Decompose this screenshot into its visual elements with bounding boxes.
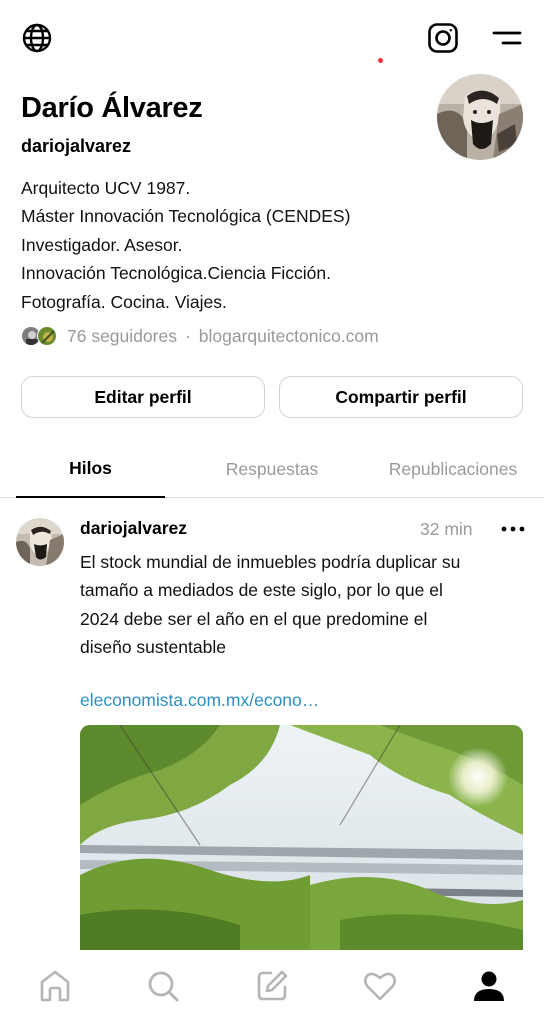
trees-building-photo: [80, 725, 523, 950]
separator-dot: ·: [184, 325, 191, 346]
bottom-navigation: [0, 950, 544, 1024]
globe-icon[interactable]: [21, 22, 53, 54]
post-body: El stock mundial de inmuebles podría dup…: [80, 548, 525, 662]
bio-line: Innovación Tecnológica.Ciencia Ficción.: [21, 263, 331, 284]
post-image[interactable]: [80, 725, 523, 950]
avatar-illustration: [437, 74, 523, 160]
bio-line: Arquitecto UCV 1987.: [21, 178, 191, 198]
followers-row: 76 seguidores · blogarquitectonico.com: [21, 322, 379, 350]
profile-bio: Arquitecto UCV 1987. Máster Innovación T…: [21, 174, 461, 316]
post-text-line: diseño sustentable: [80, 637, 226, 658]
post-text-line: tamaño a mediados de este siglo, por lo …: [80, 580, 443, 601]
tab-respuestas[interactable]: Respuestas: [190, 440, 354, 498]
top-bar: [0, 0, 544, 76]
more-options-icon[interactable]: [500, 519, 526, 539]
post-text-line: El stock mundial de inmuebles podría dup…: [80, 552, 461, 572]
follower-avatars[interactable]: [21, 325, 61, 347]
bio-line: Máster Innovación Tecnológica (CENDES): [21, 206, 351, 227]
bio-line: Fotografía. Cocina. Viajes.: [21, 291, 227, 312]
profile-handle: dariojalvarez: [21, 136, 132, 156]
follower-avatar: [37, 326, 57, 346]
post-text-line: 2024 debe ser el año en el que predomine…: [80, 608, 428, 629]
tab-republicaciones[interactable]: Republicaciones: [370, 440, 536, 498]
avatar-illustration: [16, 518, 64, 566]
search-icon[interactable]: [145, 968, 181, 1004]
post-author-avatar[interactable]: [16, 518, 64, 566]
followers-count[interactable]: 76 seguidores: [67, 326, 177, 347]
home-icon[interactable]: [37, 968, 73, 1004]
tab-hilos[interactable]: Hilos: [16, 440, 165, 498]
profile-name: Darío Álvarez: [21, 92, 203, 124]
profile-avatar[interactable]: [437, 74, 523, 160]
profile-tabs: Hilos Respuestas Republicaciones: [0, 440, 544, 498]
heart-icon[interactable]: [362, 968, 398, 1004]
compose-icon[interactable]: [254, 968, 290, 1004]
notification-dot: [378, 58, 383, 63]
profile-website-link[interactable]: blogarquitectonico.com: [199, 326, 379, 347]
post-timestamp: 32 min: [420, 519, 473, 539]
bio-line: Investigador. Asesor.: [21, 234, 183, 255]
share-profile-button[interactable]: Compartir perfil: [279, 376, 523, 418]
menu-icon[interactable]: [491, 26, 523, 50]
instagram-icon[interactable]: [427, 22, 459, 54]
post-username[interactable]: dariojalvarez: [80, 518, 187, 539]
edit-profile-button[interactable]: Editar perfil: [21, 376, 265, 418]
profile-icon[interactable]: [471, 968, 507, 1004]
post-link[interactable]: eleconomista.com.mx/econo…: [80, 690, 319, 711]
